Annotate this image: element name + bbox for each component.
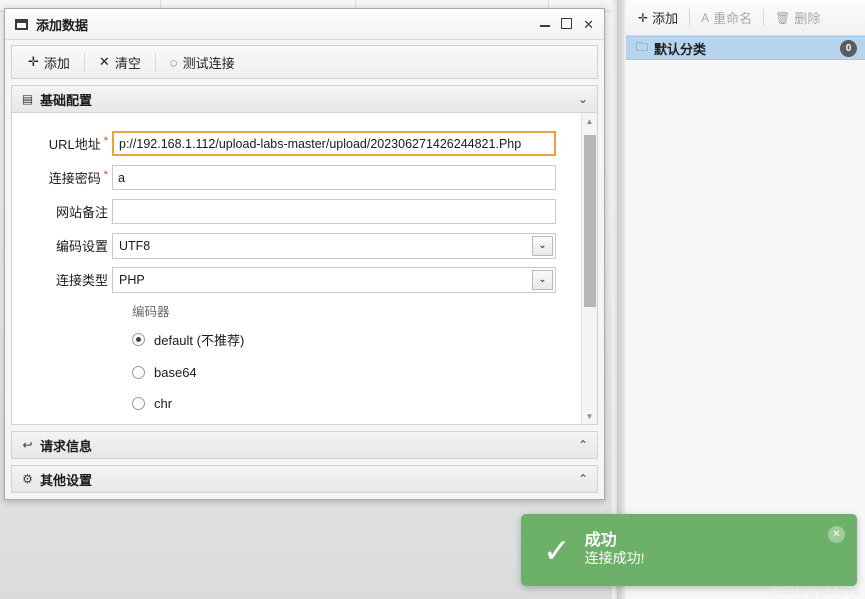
field-label-encoding: 编码设置 [55, 239, 108, 254]
encoder-option-default[interactable]: default (不推荐) [132, 330, 581, 349]
category-add-button[interactable]: ✛ 添加 [630, 5, 686, 30]
field-label-remark: 网站备注 [55, 205, 108, 220]
connection-type-select-value: PHP [119, 272, 145, 287]
maximize-button[interactable] [561, 17, 573, 31]
rename-a-icon: A [701, 10, 710, 25]
add-button[interactable]: ✛ 添加 [18, 49, 80, 76]
password-input[interactable] [112, 165, 556, 190]
clear-button[interactable]: ✕ 清空 [89, 49, 151, 76]
document-icon: ▤ [21, 92, 34, 106]
field-encoding: 编码设置 UTF8 ⌄ [12, 232, 581, 259]
toast-message: 连接成功! [584, 550, 645, 567]
toolbar-divider [689, 9, 691, 26]
encoding-select-value: UTF8 [119, 238, 151, 253]
add-data-dialog: 添加数据 ✕ ✛ 添加 ✕ 清空 ◌ 测试连接 ▤ 基础配置 ⌄ URL地址 *… [4, 8, 605, 500]
toast-title: 成功 [584, 532, 617, 550]
category-delete-button[interactable]: 🗑 删除 [767, 5, 828, 30]
test-connection-button[interactable]: ◌ 测试连接 [160, 49, 245, 76]
toast-close-button[interactable]: ✕ [828, 526, 845, 543]
tree-item-default-category[interactable]: 🗀 默认分类 0 [626, 36, 865, 60]
chevron-down-icon[interactable]: ⌄ [532, 235, 553, 256]
toolbar-divider [763, 9, 765, 26]
close-x-icon: ✕ [98, 54, 110, 69]
dialog-toolbar: ✛ 添加 ✕ 清空 ◌ 测试连接 [11, 45, 598, 79]
section-header-basic-config[interactable]: ▤ 基础配置 ⌄ [11, 85, 598, 113]
scroll-down-arrow-icon[interactable]: ▼ [582, 408, 598, 424]
scrollbar-track[interactable] [582, 129, 598, 408]
required-marker: * [103, 134, 108, 147]
chevron-up-icon: ⌃ [577, 438, 588, 452]
basic-config-form: URL地址* 连接密码* 网站备注 编码设置 UTF8 ⌄ [11, 113, 598, 425]
field-remark: 网站备注 [12, 199, 581, 224]
section-header-request-info[interactable]: ↩ 请求信息 ⌃ [11, 431, 598, 459]
chevron-down-icon: ⌄ [577, 92, 588, 106]
category-toolbar: ✛ 添加 A 重命名 🗑 删除 [626, 0, 865, 36]
toolbar-divider [154, 52, 156, 72]
encoder-option-label: chr [154, 396, 173, 411]
test-connection-label: 测试连接 [182, 55, 235, 71]
spinner-icon: ◌ [169, 54, 178, 70]
scroll-up-arrow-icon[interactable]: ▲ [582, 113, 598, 129]
field-password: 连接密码 * [12, 165, 581, 190]
plus-circle-icon: ✛ [638, 10, 649, 25]
field-url: URL地址 * [12, 131, 581, 156]
trash-icon: 🗑 [775, 10, 791, 25]
plus-circle-icon: ✛ [28, 54, 39, 69]
category-delete-label: 删除 [794, 11, 821, 26]
tree-item-count-badge: 0 [840, 39, 857, 57]
dialog-title: 添加数据 [36, 17, 89, 33]
clear-button-label: 清空 [114, 55, 141, 71]
encoder-option-base64[interactable]: base64 [132, 365, 581, 380]
section-header-other-settings[interactable]: ⚙ 其他设置 ⌃ [11, 465, 598, 493]
section-label-other-settings: 其他设置 [40, 472, 93, 488]
tree-item-label: 默认分类 [654, 41, 707, 57]
remark-input[interactable] [112, 199, 556, 224]
radio-icon[interactable] [132, 397, 145, 410]
encoder-option-chr[interactable]: chr [132, 396, 581, 411]
radio-icon[interactable] [132, 366, 145, 379]
maximize-icon [561, 17, 573, 29]
form-vertical-scrollbar[interactable]: ▲ ▼ [581, 113, 597, 424]
encoder-group-title: 编码器 [132, 305, 170, 319]
category-add-label: 添加 [652, 11, 679, 26]
category-rename-button[interactable]: A 重命名 [693, 5, 760, 30]
section-label-basic-config: 基础配置 [40, 92, 93, 108]
category-tree: 🗀 默认分类 0 [626, 36, 865, 60]
watermark: CSDN @p36273 [769, 584, 859, 598]
scrollbar-thumb[interactable] [583, 135, 596, 307]
close-button[interactable]: ✕ [583, 18, 594, 31]
success-toast: ✓ 成功 连接成功! ✕ [521, 514, 857, 586]
gears-icon: ⚙ [22, 472, 33, 486]
encoding-select[interactable]: UTF8 ⌄ [112, 232, 556, 259]
field-label-password: 连接密码 * [48, 168, 108, 186]
window-icon [15, 18, 28, 30]
add-button-label: 添加 [43, 55, 70, 71]
field-label-connection-type: 连接类型 [55, 273, 108, 288]
form-fields: URL地址* 连接密码* 网站备注 编码设置 UTF8 ⌄ [12, 113, 581, 424]
category-rename-label: 重命名 [713, 11, 753, 26]
chevron-up-icon: ⌃ [577, 472, 588, 486]
panel-splitter[interactable] [612, 0, 626, 599]
category-panel: ✛ 添加 A 重命名 🗑 删除 🗀 默认分类 0 [626, 0, 865, 599]
field-connection-type: 连接类型 PHP ⌄ [12, 266, 581, 293]
required-marker: * [103, 168, 108, 181]
radio-icon[interactable] [132, 333, 145, 346]
url-input[interactable] [112, 131, 556, 156]
field-label-url: URL地址 * [48, 134, 108, 152]
check-icon: ✓ [543, 531, 571, 569]
minimize-icon [540, 24, 551, 27]
reply-arrow-icon: ↩ [22, 438, 33, 452]
toolbar-divider [83, 52, 85, 72]
section-label-request-info: 请求信息 [40, 438, 93, 454]
dialog-titlebar[interactable]: 添加数据 ✕ [5, 9, 604, 40]
encoder-option-label: default (不推荐) [154, 333, 245, 348]
encoder-option-label: base64 [154, 365, 197, 380]
connection-type-select[interactable]: PHP ⌄ [112, 266, 556, 293]
folder-icon: 🗀 [636, 39, 649, 54]
chevron-down-icon[interactable]: ⌄ [532, 269, 553, 290]
minimize-button[interactable] [540, 18, 551, 31]
